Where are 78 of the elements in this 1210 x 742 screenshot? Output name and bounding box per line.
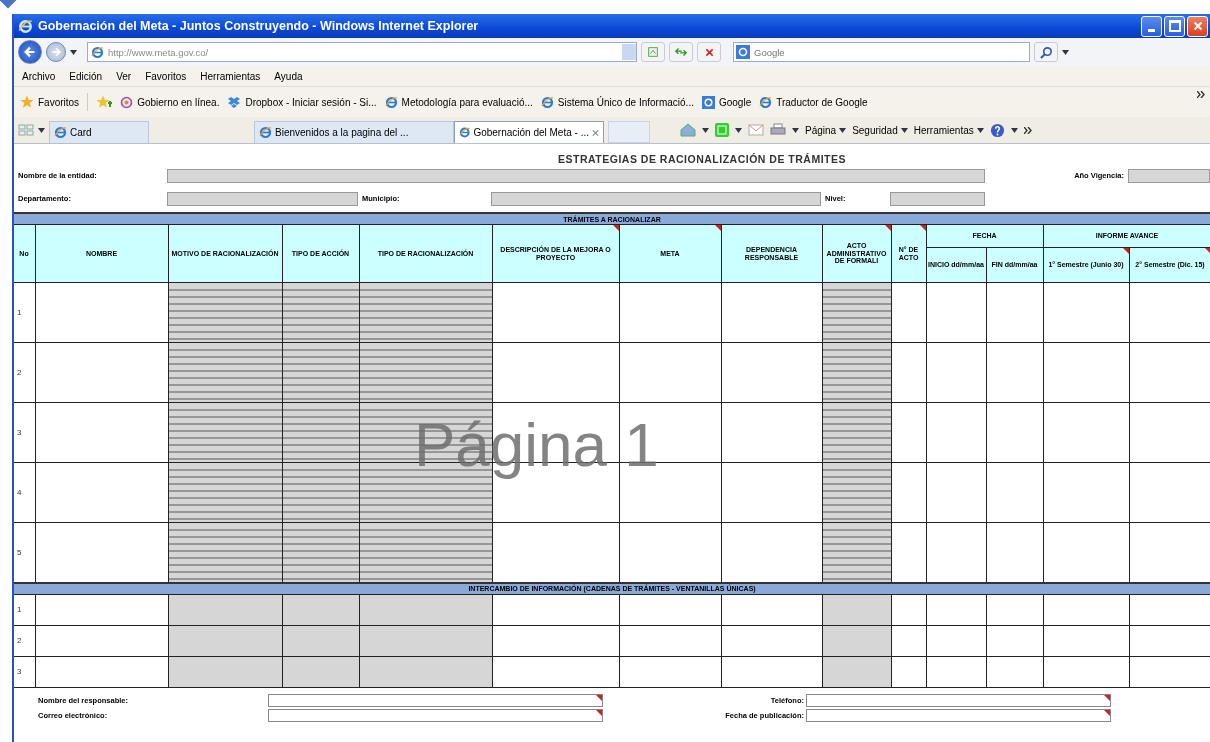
input-field[interactable]	[1128, 168, 1210, 183]
menu-item[interactable]: Favoritos	[145, 70, 187, 82]
chevron-icon[interactable]	[1197, 91, 1206, 98]
favorite-link[interactable]: Metodología para evaluació...	[384, 95, 533, 109]
close-button[interactable]	[1187, 15, 1208, 37]
browser-tab[interactable]: Bienvenidos a la pagina del ...	[254, 121, 454, 143]
box-icon	[227, 95, 242, 109]
add-favorite-icon[interactable]	[96, 95, 113, 109]
close-icon	[703, 46, 715, 58]
caret-icon[interactable]	[38, 127, 45, 133]
caret-icon[interactable]	[735, 127, 742, 133]
left-arrow-icon	[23, 45, 37, 59]
browser-tab[interactable]: Gobernación del Meta - ...	[454, 121, 604, 143]
minimize-button[interactable]	[1141, 15, 1162, 37]
command-menu[interactable]: Herramientas	[913, 124, 984, 136]
search-icon	[1039, 45, 1053, 59]
favorite-link[interactable]: Google	[701, 95, 752, 109]
page-icon	[259, 126, 272, 139]
menu-item[interactable]: Edición	[69, 70, 103, 82]
input-field[interactable]	[806, 708, 1111, 722]
home-icon[interactable]	[680, 123, 696, 137]
page-icon	[647, 46, 659, 58]
compatibility-button[interactable]	[641, 42, 665, 62]
menu-item[interactable]: Archivo	[22, 70, 56, 82]
close-icon	[1191, 20, 1204, 32]
input-field[interactable]	[268, 693, 603, 707]
caret-icon	[976, 127, 984, 133]
menu-item[interactable]: Ver	[116, 70, 132, 82]
input-field[interactable]	[167, 191, 358, 206]
chevron-icon[interactable]	[1023, 126, 1033, 134]
google-icon	[736, 45, 750, 59]
refresh-icon	[674, 46, 688, 58]
restore-button[interactable]	[1164, 15, 1185, 37]
help-icon[interactable]	[989, 122, 1005, 138]
search-field[interactable]: Google	[733, 42, 1030, 62]
page-icon	[54, 126, 67, 139]
favorite-link[interactable]: Traductor de Google	[759, 95, 868, 109]
input-field[interactable]	[491, 191, 821, 206]
caret-icon[interactable]	[70, 49, 77, 55]
command-menu[interactable]: Seguridad	[852, 124, 908, 136]
input-field[interactable]	[268, 708, 603, 722]
favorite-link[interactable]: Gobierno en línea.	[120, 95, 220, 109]
menu-item[interactable]: Herramientas	[200, 70, 261, 82]
mail-icon[interactable]	[748, 124, 764, 136]
print-icon[interactable]	[770, 123, 786, 137]
search-button[interactable]	[1034, 42, 1058, 62]
favorite-link[interactable]: Sistema Único de Informació...	[540, 95, 694, 109]
refresh-button[interactable]	[669, 42, 693, 62]
page-icon	[459, 126, 471, 139]
browser-tab[interactable]: Card	[49, 121, 149, 143]
page-icon	[540, 95, 554, 109]
window-title: Gobernación del Meta - Juntos Construyendo - Windows Internet Explorer	[38, 19, 480, 33]
sheet-title: ESTRATEGIAS DE RACIONALIZACIÓN DE TRÁMITES	[557, 152, 847, 166]
star-icon	[20, 95, 34, 109]
stop-button[interactable]	[697, 42, 721, 62]
input-field[interactable]	[806, 693, 1111, 707]
address-field[interactable]: http://www.meta.gov.co/	[87, 42, 637, 62]
page-icon	[759, 95, 773, 109]
page-icon	[91, 45, 104, 59]
caret-icon[interactable]	[1062, 49, 1069, 55]
caret-icon	[900, 127, 908, 133]
favorite-link[interactable]: Dropbox - Iniciar sesión - Si...	[227, 95, 377, 109]
circle-icon	[120, 95, 134, 109]
caret-icon[interactable]	[792, 127, 799, 133]
google-icon	[701, 95, 715, 109]
page-icon	[384, 95, 398, 109]
command-menu[interactable]: Página	[805, 124, 847, 136]
right-arrow-icon	[50, 46, 62, 58]
input-field[interactable]	[890, 191, 985, 206]
browser-icon	[18, 18, 33, 34]
menu-item[interactable]: Ayuda	[274, 70, 303, 82]
caret-icon[interactable]	[702, 127, 709, 133]
back-button[interactable]	[18, 40, 42, 64]
favorites-button[interactable]: Favoritos	[20, 95, 80, 109]
caret-icon	[839, 127, 847, 133]
caret-icon[interactable]	[1010, 127, 1018, 133]
close-tab-icon[interactable]	[592, 128, 599, 137]
input-field[interactable]	[167, 168, 985, 183]
